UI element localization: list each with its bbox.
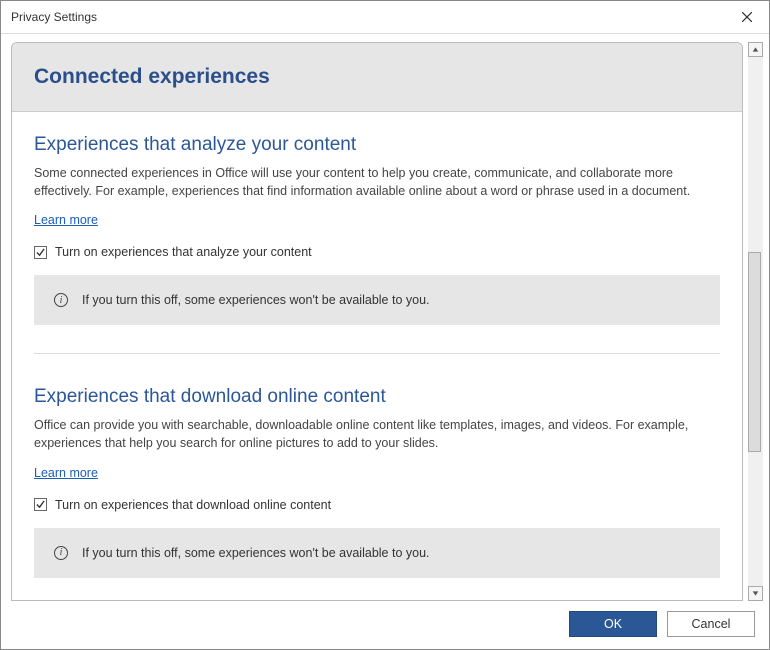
section-title: Experiences that download online content <box>34 386 720 408</box>
main-heading: Connected experiences <box>34 65 720 89</box>
info-box: i If you turn this off, some experiences… <box>34 528 720 578</box>
section-divider <box>34 353 720 354</box>
checkbox-label: Turn on experiences that download online… <box>55 498 331 512</box>
close-icon <box>742 12 752 22</box>
check-icon <box>36 500 45 509</box>
close-button[interactable] <box>733 7 761 27</box>
analyze-content-checkbox[interactable]: Turn on experiences that analyze your co… <box>34 245 720 259</box>
chevron-up-icon <box>752 46 759 53</box>
info-text: If you turn this off, some experiences w… <box>82 293 430 307</box>
info-box: i If you turn this off, some experiences… <box>34 275 720 325</box>
info-icon: i <box>54 546 68 560</box>
ok-button[interactable]: OK <box>569 611 657 637</box>
scroll-up-button[interactable] <box>748 42 763 57</box>
section-download-content: Experiences that download online content… <box>12 364 742 595</box>
section-title: Experiences that analyze your content <box>34 134 720 156</box>
checkbox-box <box>34 498 47 511</box>
privacy-settings-dialog: Privacy Settings Connected experiences E… <box>0 0 770 650</box>
learn-more-link[interactable]: Learn more <box>34 466 98 480</box>
section-description: Office can provide you with searchable, … <box>34 416 720 452</box>
chevron-down-icon <box>752 590 759 597</box>
section-analyze-content: Experiences that analyze your content So… <box>12 112 742 343</box>
download-content-checkbox[interactable]: Turn on experiences that download online… <box>34 498 720 512</box>
scroll-pane: Connected experiences Experiences that a… <box>11 42 743 601</box>
scroll-thumb[interactable] <box>748 252 761 452</box>
dialog-title: Privacy Settings <box>11 10 97 24</box>
learn-more-link[interactable]: Learn more <box>34 213 98 227</box>
info-text: If you turn this off, some experiences w… <box>82 546 430 560</box>
scroll-track[interactable] <box>748 57 763 586</box>
section-header: Connected experiences <box>12 43 742 112</box>
vertical-scrollbar[interactable] <box>747 42 763 601</box>
dialog-footer: OK Cancel <box>1 601 769 649</box>
check-icon <box>36 248 45 257</box>
section-description: Some connected experiences in Office wil… <box>34 164 720 200</box>
checkbox-box <box>34 246 47 259</box>
cancel-button[interactable]: Cancel <box>667 611 755 637</box>
info-icon: i <box>54 293 68 307</box>
checkbox-label: Turn on experiences that analyze your co… <box>55 245 312 259</box>
titlebar: Privacy Settings <box>1 1 769 34</box>
content-area: Connected experiences Experiences that a… <box>1 34 769 601</box>
scroll-down-button[interactable] <box>748 586 763 601</box>
